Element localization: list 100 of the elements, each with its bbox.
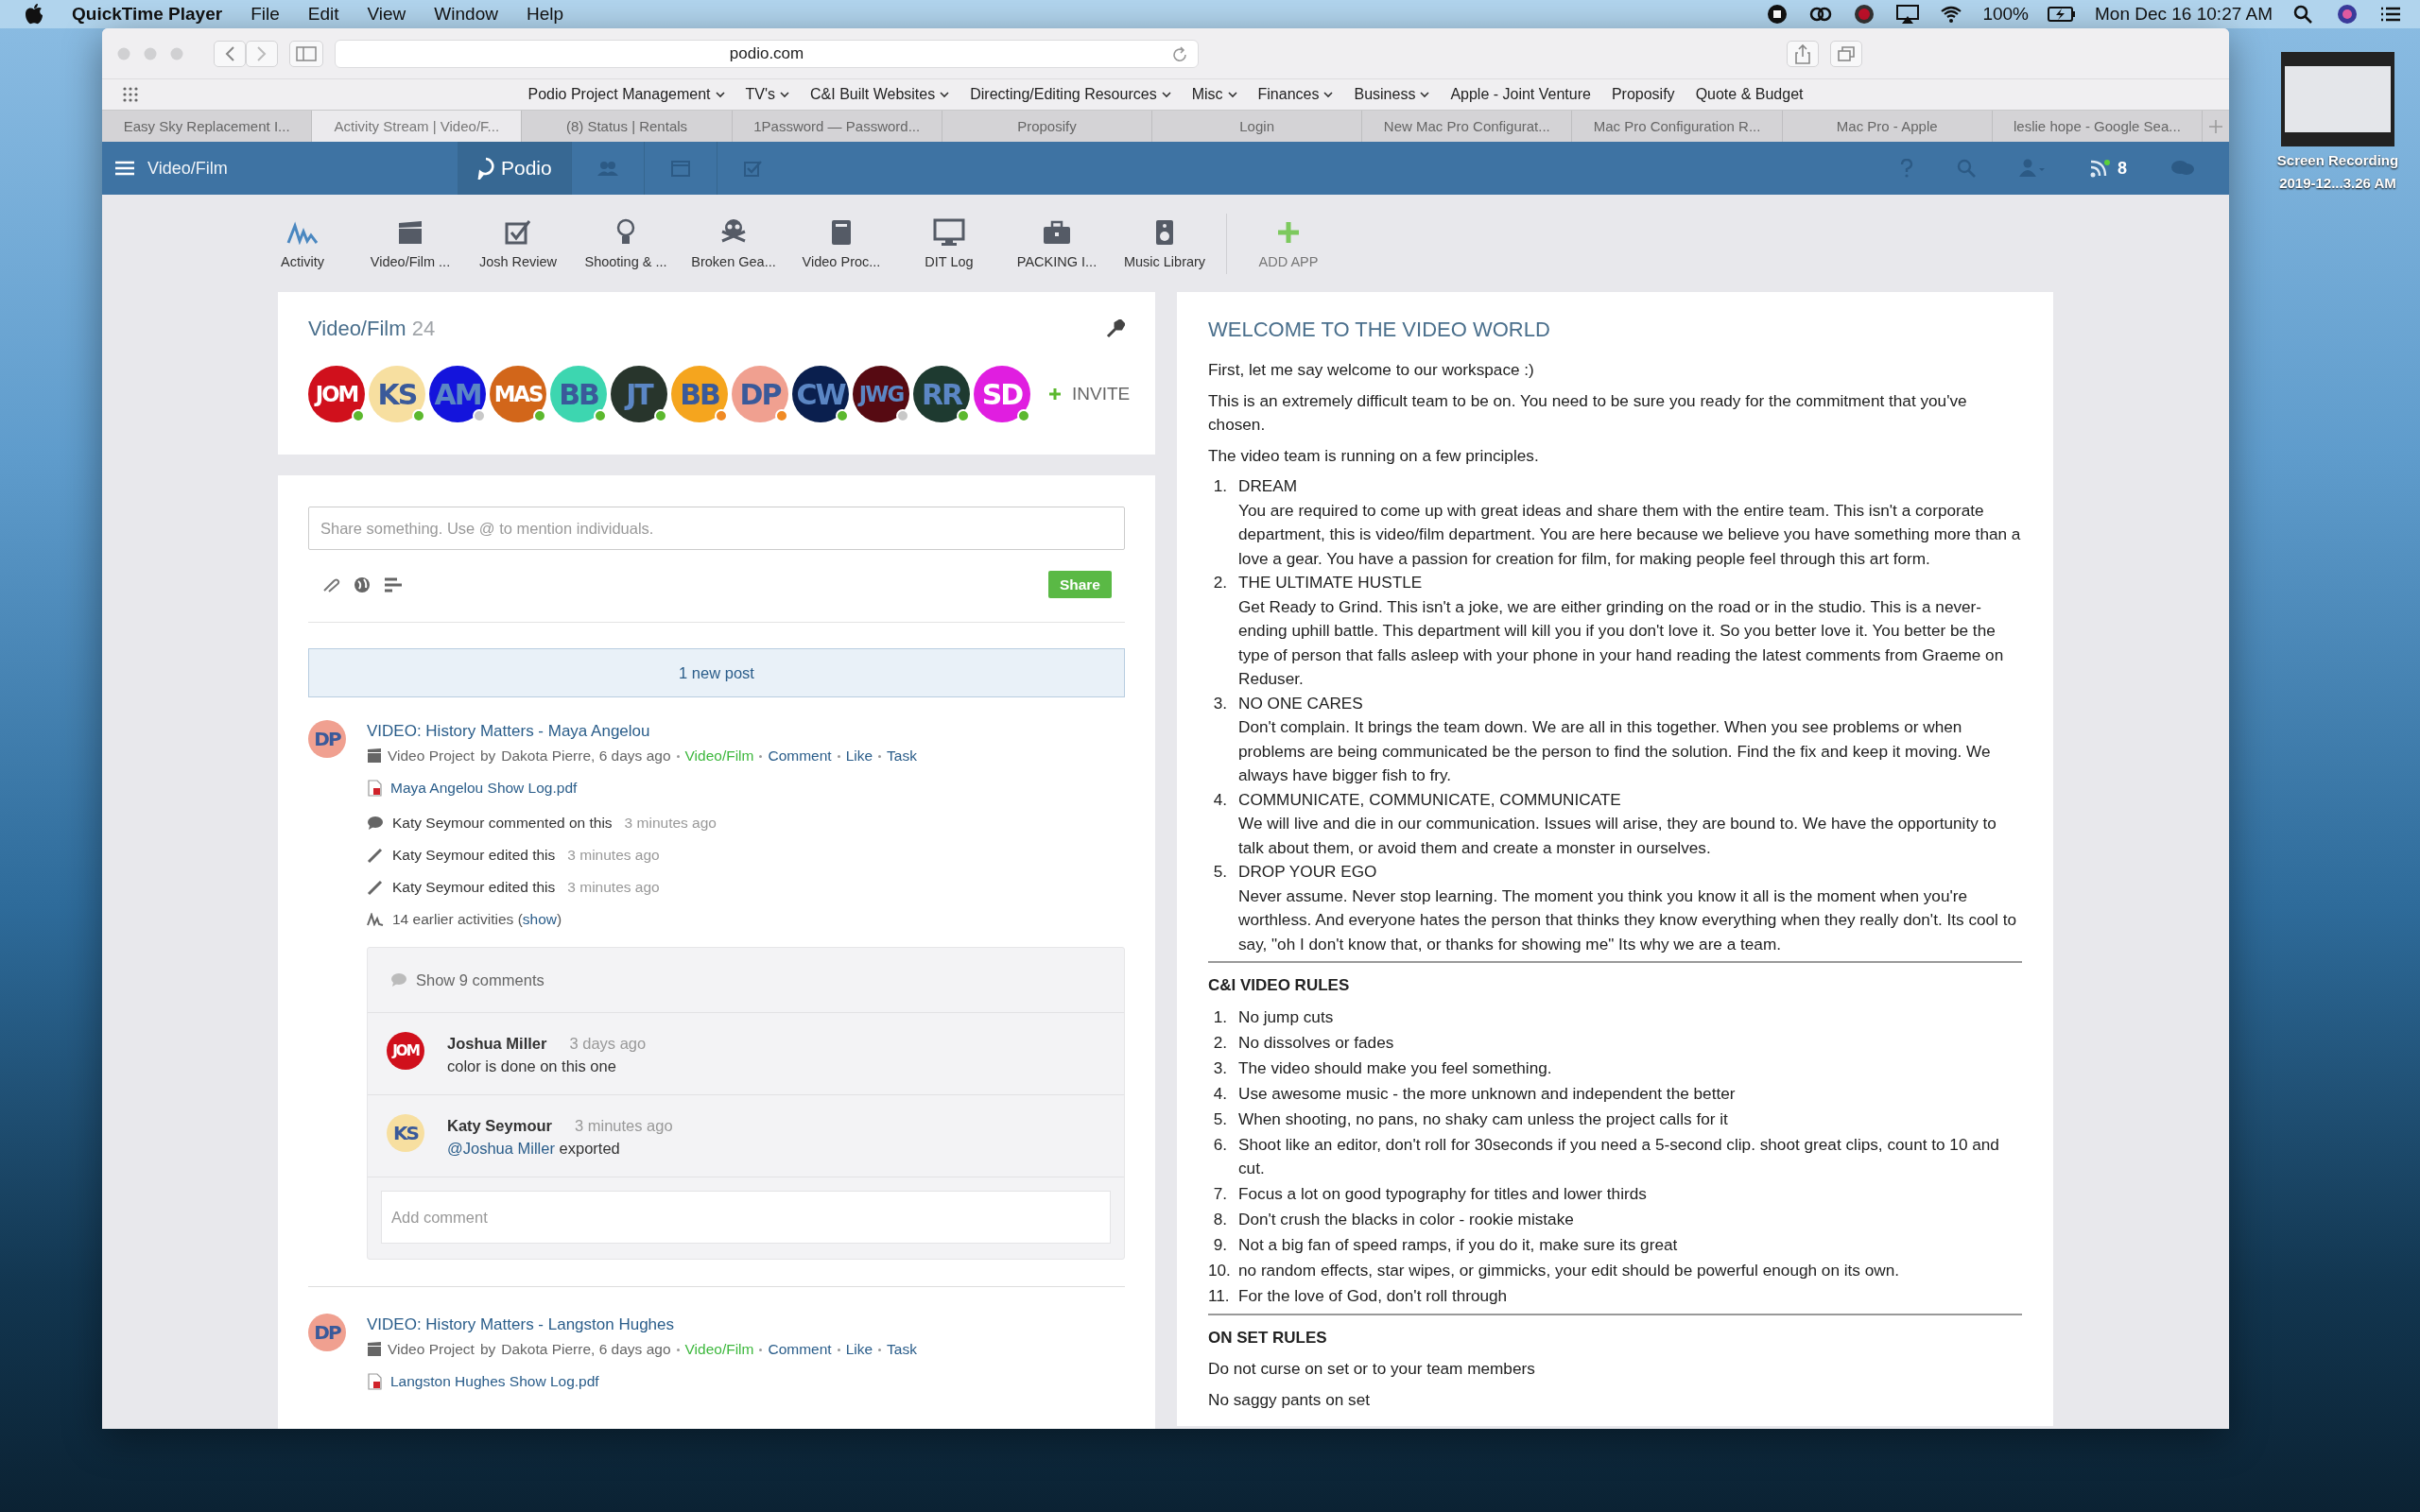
menu-item[interactable]: Help	[526, 4, 563, 25]
bookmark-item[interactable]: TV's	[745, 86, 789, 103]
action-link[interactable]: Comment	[768, 1336, 832, 1363]
globe-icon	[354, 576, 371, 593]
speaker-icon	[1154, 217, 1175, 247]
pdf-icon	[367, 1373, 382, 1390]
commenter-avatar[interactable]: KS	[387, 1114, 424, 1152]
file-link[interactable]: Langston Hughes Show Log.pdf	[390, 1363, 599, 1400]
bookmark-item[interactable]: Finances	[1257, 86, 1334, 103]
bookmark-item[interactable]: Proposify	[1611, 86, 1675, 103]
member-avatar[interactable]: KS	[369, 366, 425, 422]
welcome-heading: WELCOME TO THE VIDEO WORLD	[1208, 317, 1551, 343]
app-item[interactable]: Activity	[249, 217, 356, 269]
tabs-button[interactable]	[1830, 40, 1862, 67]
app-item[interactable]: DIT Log	[895, 217, 1003, 269]
member-avatar[interactable]: MAS	[490, 366, 546, 422]
menu-item[interactable]: File	[251, 4, 280, 25]
list-number: 1.	[1212, 475, 1227, 497]
member-avatar[interactable]: SD	[974, 366, 1030, 422]
bookmark-item[interactable]: Business	[1354, 86, 1430, 103]
list-number: 9.	[1212, 1234, 1227, 1256]
pencil-icon	[367, 847, 384, 864]
commenter-avatar[interactable]: JOM	[387, 1032, 424, 1070]
action-link[interactable]: Comment	[768, 743, 832, 769]
show-link[interactable]: show	[522, 911, 557, 927]
list-number: 4.	[1212, 1082, 1227, 1105]
bookmark-item[interactable]: Quote & Budget	[1695, 86, 1804, 103]
app-item[interactable]: Josh Review	[464, 217, 572, 269]
paragraph: This is an extremely difficult team to be on. You need to be sure you ready for the commitment that you've chosen.	[1208, 389, 1968, 436]
member-avatar[interactable]: BB	[550, 366, 607, 422]
comment-text: @Joshua Miller exported	[447, 1139, 621, 1159]
bookmark-item[interactable]: Apple - Joint Venture	[1450, 86, 1591, 103]
sidebar-icon	[296, 45, 317, 61]
notification-count[interactable]: 8	[2118, 158, 2127, 179]
post-title[interactable]: VIDEO: History Matters - Maya Angelou	[367, 720, 1125, 743]
new-post-banner[interactable]: 1 new post	[308, 648, 1125, 697]
battery-percent: 100%	[1982, 4, 2029, 25]
action-link[interactable]: Like	[845, 1336, 873, 1363]
comment-author[interactable]: Katy Seymour	[447, 1114, 552, 1137]
app-item[interactable]: Video/Film ...	[356, 217, 464, 269]
workspace-name[interactable]: Video/Film	[147, 158, 228, 179]
menu-item[interactable]: Edit	[307, 4, 339, 25]
comment-author[interactable]: Joshua Miller	[447, 1032, 547, 1055]
app-menu[interactable]: QuickTime Player	[72, 4, 223, 25]
screen-recording-thumbnail[interactable]	[2281, 52, 2394, 146]
post-title[interactable]: VIDEO: History Matters - Langston Hughes	[367, 1314, 1125, 1336]
monitor-icon	[933, 217, 965, 247]
member-avatar[interactable]: JOM	[308, 366, 365, 422]
rule-text: Shoot like an editor, don't roll for 30seconds if you need a 5-second clip. shoot great clips, count to 10 and cut.	[1238, 1133, 2000, 1179]
rule-text: No saggy pants on set	[1208, 1388, 1372, 1411]
add-app-button[interactable]: ADD APP	[1235, 217, 1342, 269]
menu-item[interactable]: View	[367, 4, 406, 25]
book-icon	[830, 217, 853, 247]
bookmark-item[interactable]: Misc	[1191, 86, 1237, 103]
principle-title: COMMUNICATE, COMMUNICATE, COMMUNICATE	[1238, 788, 1622, 811]
forward-button[interactable]	[246, 40, 278, 67]
user-icon	[2019, 159, 2046, 178]
invite-button[interactable]: INVITE	[1044, 383, 1136, 405]
list-number: 1.	[1212, 1005, 1227, 1028]
menu-item[interactable]: Window	[434, 4, 498, 25]
principle-text: Don't complain. It brings the team down. We are all in this together. When you see problems or when problems are being communicated be the person to find the solution. Find the fix and keep it moving. We always have bigger fish to fry.	[1238, 716, 1992, 786]
list-number: 4.	[1212, 788, 1227, 811]
paragraph: First, let me say welcome to our workspace :)	[1208, 359, 1535, 381]
app-item[interactable]: Music Library	[1111, 217, 1219, 269]
share-button[interactable]	[1787, 40, 1819, 67]
app-item[interactable]: Broken Gea...	[680, 217, 787, 269]
menu-icon	[115, 161, 134, 176]
member-avatar[interactable]: CW	[792, 366, 849, 422]
bookmark-item[interactable]: Directing/Editing Resources	[970, 86, 1171, 103]
action-link[interactable]: Task	[887, 1336, 917, 1363]
rule-text: For the love of God, don't roll through	[1238, 1285, 1508, 1307]
app-item[interactable]: Shooting & ...	[572, 217, 680, 269]
clapper-icon	[367, 1342, 382, 1357]
podio-logo[interactable]: Podio	[458, 142, 571, 195]
back-button[interactable]	[214, 40, 246, 67]
url-text: podio.com	[729, 43, 804, 63]
show-comments-link[interactable]: Show 9 comments	[368, 948, 1124, 1013]
bookmark-item[interactable]: C&I Built Websites	[810, 86, 950, 103]
address-bar[interactable]: podio.com	[335, 39, 1199, 68]
activity-text: Katy Seymour commented on this	[392, 814, 613, 833]
sidebar-button[interactable]	[289, 40, 323, 67]
bookmark-item[interactable]: Podio Project Management	[527, 86, 725, 103]
timestamp: 3 days ago	[569, 1034, 647, 1054]
comment-field[interactable]: Add comment	[381, 1191, 1111, 1244]
share-field[interactable]: Share something. Use @ to mention individuals.	[308, 507, 1125, 550]
action-link[interactable]: Task	[887, 743, 917, 769]
list-number: 2.	[1212, 1031, 1227, 1054]
member-avatar[interactable]: JWG	[853, 366, 909, 422]
list-number: 5.	[1212, 1108, 1227, 1130]
rule-text: Focus a lot on good typography for titles and lower thirds	[1238, 1183, 1647, 1205]
file-link[interactable]: Maya Angelou Show Log.pdf	[390, 769, 578, 807]
list-number: 6.	[1212, 1133, 1227, 1156]
list-number: 3.	[1212, 692, 1227, 714]
list-number: 3.	[1212, 1057, 1227, 1079]
app-item[interactable]: Video Proc...	[787, 217, 895, 269]
zoom-icon	[170, 46, 183, 60]
app-item[interactable]: PACKING I...	[1003, 217, 1111, 269]
mention-link[interactable]: @Joshua Miller	[447, 1140, 555, 1157]
browser-tab[interactable]: Activity Stream | Video/F...	[312, 111, 523, 142]
action-link[interactable]: Like	[845, 743, 873, 769]
